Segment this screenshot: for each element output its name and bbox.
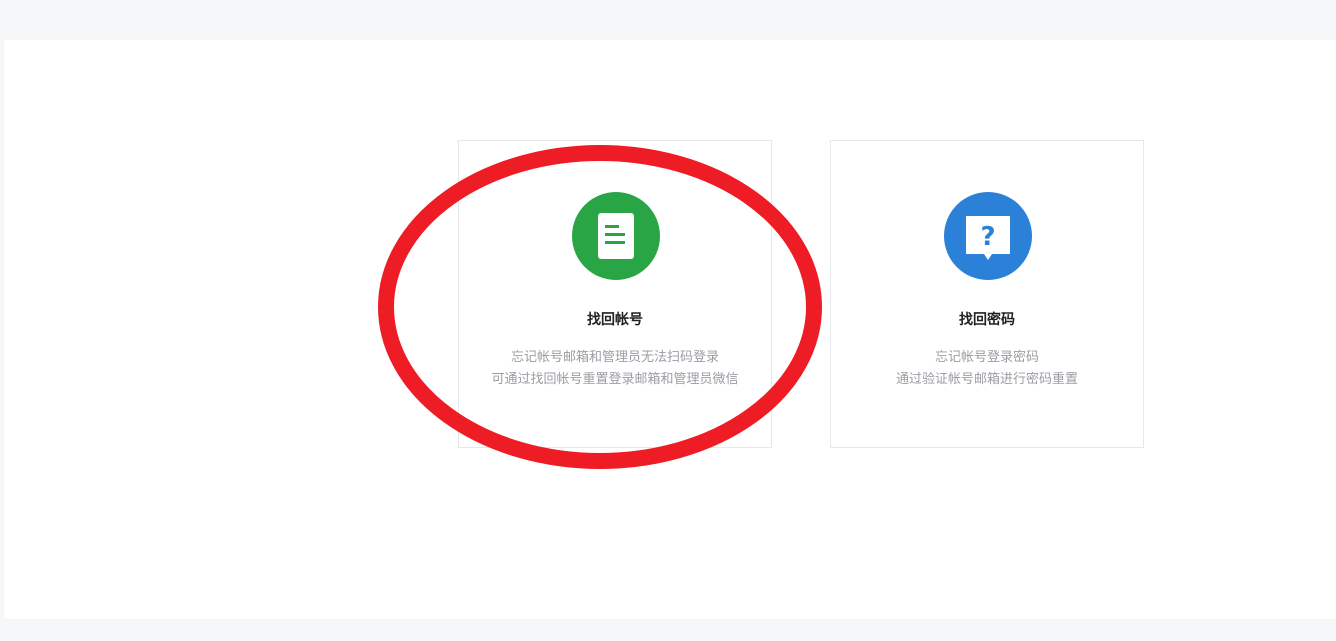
recover-account-title: 找回帐号 (587, 312, 643, 328)
recover-password-icon-circle: ? (944, 192, 1032, 280)
recover-password-title: 找回密码 (959, 312, 1015, 328)
recover-password-desc-line2: 通过验证帐号邮箱进行密码重置 (895, 372, 1078, 387)
recover-password-description: 忘记帐号登录密码 通过验证帐号邮箱进行密码重置 (831, 347, 1143, 391)
main-panel: 找回帐号 忘记帐号邮箱和管理员无法扫码登录 可通过找回帐号重置登录邮箱和管理员微… (4, 40, 1336, 619)
document-icon (598, 213, 634, 259)
top-bar (0, 0, 1336, 40)
svg-text:?: ? (980, 222, 995, 252)
recover-account-desc-line2: 可通过找回帐号重置登录邮箱和管理员微信 (491, 372, 739, 387)
recover-account-desc-line1: 忘记帐号邮箱和管理员无法扫码登录 (510, 350, 719, 365)
question-bubble-icon: ? (966, 216, 1010, 260)
recover-password-desc-line1: 忘记帐号登录密码 (934, 350, 1039, 365)
recover-account-description: 忘记帐号邮箱和管理员无法扫码登录 可通过找回帐号重置登录邮箱和管理员微信 (459, 347, 771, 391)
recover-password-card[interactable]: ? 找回密码 忘记帐号登录密码 通过验证帐号邮箱进行密码重置 (830, 140, 1144, 448)
recover-account-icon-circle (572, 192, 660, 280)
recover-account-card[interactable]: 找回帐号 忘记帐号邮箱和管理员无法扫码登录 可通过找回帐号重置登录邮箱和管理员微… (458, 140, 772, 448)
